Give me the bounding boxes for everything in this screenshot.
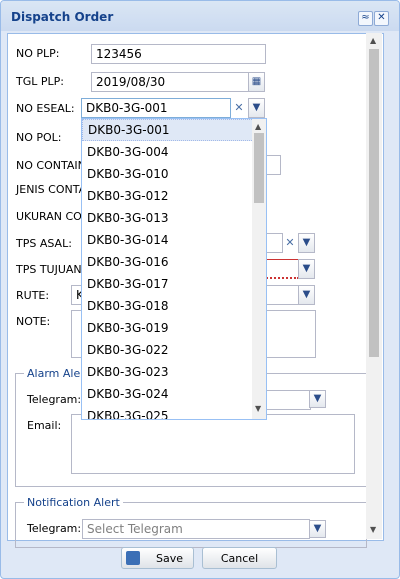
dropdown-scrollbar-thumb[interactable] [254, 133, 264, 203]
cancel-button-label: Cancel [220, 552, 259, 565]
save-button[interactable]: Save [121, 547, 194, 569]
eseal-option[interactable]: DKB0-3G-022 [82, 339, 266, 361]
tps-tujuan-field[interactable] [263, 259, 299, 279]
clear-tps-asal-icon[interactable]: ✕ [281, 233, 299, 253]
window-titlebar[interactable]: Dispatch Order ≈ ✕ [1, 1, 399, 31]
tps-asal-label: TPS ASAL: [16, 237, 72, 250]
eseal-options: DKB0-3G-001 DKB0-3G-004 DKB0-3G-010 DKB0-3G… [82, 119, 266, 419]
eseal-option[interactable]: DKB0-3G-004 [82, 141, 266, 163]
alarm-telegram-field[interactable] [263, 390, 311, 410]
eseal-option[interactable]: DKB0-3G-024 [82, 383, 266, 405]
notification-telegram-select[interactable]: Select Telegram [82, 519, 310, 539]
tps-asal-trigger[interactable]: ▼ [298, 233, 315, 253]
save-button-label: Save [156, 552, 184, 565]
eseal-option[interactable]: DKB0-3G-012 [82, 185, 266, 207]
jenis-container-label: JENIS CONTA [16, 183, 87, 196]
eseal-option[interactable]: DKB0-3G-010 [82, 163, 266, 185]
eseal-option[interactable]: DKB0-3G-014 [82, 229, 266, 251]
notification-telegram-trigger[interactable]: ▼ [309, 520, 326, 538]
save-icon [126, 551, 140, 565]
form-scrollbar[interactable]: ▲ ▼ [366, 33, 382, 539]
eseal-option[interactable]: DKB0-3G-001 [82, 119, 266, 141]
no-plp-label: NO PLP: [16, 47, 60, 60]
eseal-option[interactable]: DKB0-3G-023 [82, 361, 266, 383]
dropdown-scroll-up-icon[interactable]: ▲ [255, 122, 261, 131]
close-icon[interactable]: ✕ [374, 11, 389, 26]
clear-eseal-icon[interactable]: ✕ [230, 98, 248, 118]
no-plp-field[interactable]: 123456 [91, 44, 266, 64]
notification-telegram-label: Telegram: [27, 522, 82, 535]
dropdown-scroll-down-icon[interactable]: ▼ [255, 404, 261, 413]
no-eseal-input[interactable]: DKB0-3G-001 [81, 98, 231, 118]
no-pol-label: NO POL: [16, 131, 62, 144]
scroll-up-icon[interactable]: ▲ [370, 36, 376, 45]
rute-label: RUTE: [16, 289, 50, 302]
eseal-option[interactable]: DKB0-3G-013 [82, 207, 266, 229]
eseal-option[interactable]: DKB0-3G-018 [82, 295, 266, 317]
alarm-telegram-trigger[interactable]: ▼ [309, 390, 326, 408]
dispatch-order-window: Dispatch Order ≈ ✕ NO PLP: 123456 TGL PL… [0, 0, 400, 579]
tps-tujuan-label: TPS TUJUAN: [16, 263, 86, 276]
eseal-option[interactable]: DKB0-3G-016 [82, 251, 266, 273]
dropdown-scrollbar[interactable]: ▲ ▼ [252, 119, 266, 419]
calendar-icon[interactable]: ▦ [248, 72, 265, 92]
window-footer: Save Cancel [1, 541, 399, 578]
eseal-dropdown-list: DKB0-3G-001 DKB0-3G-004 DKB0-3G-010 DKB0-3G… [81, 118, 267, 420]
note-label: NOTE: [16, 315, 51, 328]
eseal-option[interactable]: DKB0-3G-019 [82, 317, 266, 339]
tps-tujuan-trigger[interactable]: ▼ [298, 259, 315, 279]
cancel-button[interactable]: Cancel [202, 547, 277, 569]
rute-trigger[interactable]: ▼ [298, 285, 315, 305]
tgl-plp-field[interactable]: 2019/08/30 [91, 72, 249, 92]
no-eseal-label: NO ESEAL: [16, 102, 75, 115]
form-scrollbar-thumb[interactable] [369, 49, 379, 357]
alarm-email-textarea[interactable] [71, 414, 355, 474]
alarm-alert-legend: Alarm Aler [27, 367, 85, 380]
tgl-plp-label: TGL PLP: [16, 75, 64, 88]
window-title: Dispatch Order [11, 10, 114, 24]
eseal-option[interactable]: DKB0-3G-025 [82, 405, 266, 419]
eseal-option[interactable]: DKB0-3G-017 [82, 273, 266, 295]
alarm-telegram-label: Telegram: [27, 393, 82, 406]
collapse-icon[interactable]: ≈ [358, 11, 373, 26]
notification-alert-legend: Notification Alert [27, 496, 120, 509]
no-container-label: NO CONTAIN [16, 159, 86, 172]
ukuran-container-label: UKURAN CON [16, 210, 91, 223]
alarm-email-label: Email: [27, 419, 62, 432]
eseal-dropdown-trigger[interactable]: ▼ [248, 98, 265, 118]
scroll-down-icon[interactable]: ▼ [370, 525, 376, 534]
